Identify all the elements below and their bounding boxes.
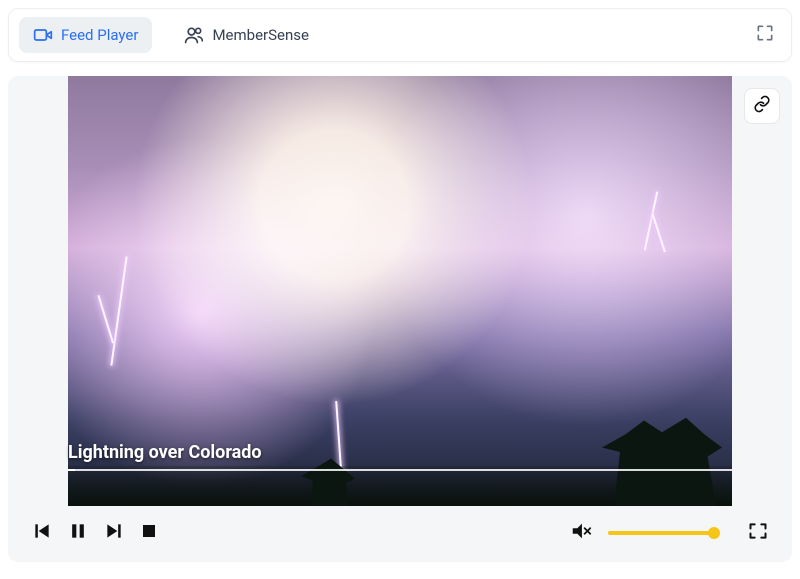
users-icon	[184, 25, 204, 45]
video-icon	[33, 25, 53, 45]
skip-forward-icon	[104, 521, 124, 545]
share-link-button[interactable]	[744, 88, 780, 124]
volume-thumb[interactable]	[708, 527, 720, 539]
lightning-graphic	[644, 191, 658, 250]
stop-button[interactable]	[140, 522, 158, 544]
stop-icon	[140, 522, 158, 544]
link-icon	[753, 95, 771, 117]
mute-button[interactable]	[570, 520, 592, 546]
previous-button[interactable]	[32, 521, 52, 545]
media-title-bar: Lightning over Colorado	[68, 442, 732, 471]
pause-button[interactable]	[68, 521, 88, 545]
lightning-graphic	[110, 256, 127, 365]
player-card: Lightning over Colorado	[8, 76, 792, 562]
media-area: Lightning over Colorado	[8, 76, 792, 506]
progress-bar[interactable]	[68, 469, 732, 471]
fullscreen-button[interactable]	[748, 521, 768, 545]
tab-label: MemberSense	[212, 26, 309, 44]
volume-muted-icon	[570, 520, 592, 546]
media-title: Lightning over Colorado	[68, 442, 732, 469]
expand-button[interactable]	[749, 17, 781, 53]
volume-slider[interactable]	[608, 531, 718, 535]
tab-label: Feed Player	[61, 26, 138, 44]
tab-feed-player[interactable]: Feed Player	[19, 17, 152, 53]
tab-membersense[interactable]: MemberSense	[170, 17, 323, 53]
top-tabbar: Feed Player MemberSense	[8, 8, 792, 62]
player-controls	[8, 506, 792, 562]
maximize-icon	[755, 23, 775, 47]
next-button[interactable]	[104, 521, 124, 545]
pause-icon	[68, 521, 88, 545]
progress-played	[68, 469, 75, 471]
skip-back-icon	[32, 521, 52, 545]
fullscreen-icon	[748, 521, 768, 545]
